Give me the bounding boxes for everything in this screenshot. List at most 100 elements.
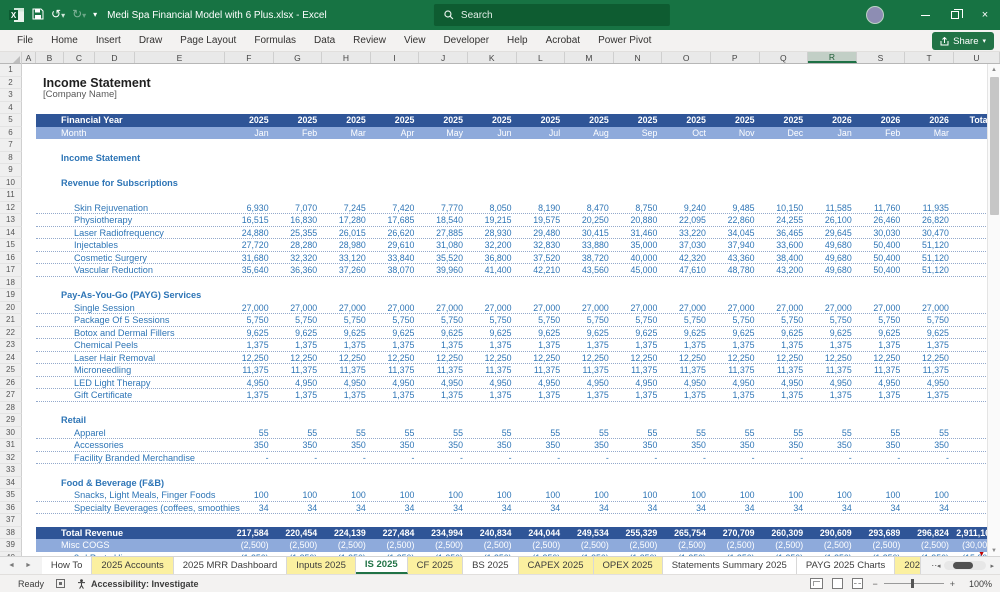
cell[interactable]: - [225,452,274,464]
cell[interactable]: 350 [322,439,371,451]
cell[interactable]: 12,250 [565,352,614,364]
cell[interactable]: May [419,127,468,140]
cell[interactable]: 27,885 [419,227,468,239]
cell[interactable]: 12,250 [760,352,809,364]
cell[interactable]: 11,375 [371,364,420,376]
row-label[interactable]: Income Statement [36,152,225,165]
cell[interactable]: 26,460 [857,214,906,226]
cell[interactable]: (2,500) [371,539,420,552]
sheet-tab-statements-summary-2025[interactable]: Statements Summary 2025 [663,557,797,574]
cell[interactable]: 30,415 [565,227,614,239]
cell[interactable]: 270,709 [711,527,760,540]
cell[interactable]: 9,625 [274,327,323,339]
row-header-15[interactable]: 15 [0,239,22,252]
cell[interactable]: 1,375 [517,389,566,401]
scroll-down-icon[interactable]: ▼ [988,545,1000,556]
excel-app-icon[interactable]: X [9,7,25,23]
cell[interactable]: 7,420 [371,202,420,214]
cell[interactable]: 100 [760,489,809,501]
cell[interactable]: 28,280 [274,239,323,251]
cell[interactable]: 2025 [371,114,420,127]
vertical-scroll-thumb[interactable] [990,77,999,215]
cell[interactable]: 34 [322,502,371,514]
cell[interactable]: 11,375 [468,364,517,376]
row-header-31[interactable]: 31 [0,439,22,452]
cell[interactable]: 350 [274,439,323,451]
cell[interactable]: 27,000 [808,302,857,314]
cell[interactable]: 12,250 [905,352,954,364]
cell[interactable]: - [468,452,517,464]
row-label[interactable]: Cosmetic Surgery [36,252,225,264]
cell[interactable]: 5,750 [857,314,906,326]
cell-total[interactable] [225,89,271,102]
cell[interactable]: Feb [857,127,906,140]
cell[interactable]: 16,515 [225,214,274,226]
cell[interactable]: 9,625 [517,327,566,339]
cell[interactable]: 4,950 [565,377,614,389]
row-header-18[interactable]: 18 [0,277,22,290]
col-header-G[interactable]: G [274,52,323,63]
cell[interactable]: 20,250 [565,214,614,226]
cell[interactable]: 350 [517,439,566,451]
cell[interactable]: 10,150 [760,202,809,214]
cell[interactable]: 49,680 [808,239,857,251]
cell[interactable]: 1,375 [760,389,809,401]
cell[interactable]: 22,860 [711,214,760,226]
zoom-out-icon[interactable]: − [872,579,877,589]
cell[interactable]: 1,375 [322,389,371,401]
cell[interactable]: 51,120 [905,239,954,251]
cell[interactable]: 2025 [517,114,566,127]
cell[interactable]: 100 [322,489,371,501]
row-label[interactable]: Misc COGS [36,539,225,552]
cell[interactable]: 11,375 [905,364,954,376]
col-header-C[interactable]: C [64,52,95,63]
cell[interactable]: 34,045 [711,227,760,239]
cell[interactable]: 1,375 [371,389,420,401]
row-label[interactable]: Injectables [36,239,225,251]
row-label[interactable]: LED Light Therapy [36,377,225,389]
vertical-scrollbar[interactable]: ▲ ▼ [987,64,1000,556]
cell[interactable]: 11,375 [662,364,711,376]
cell[interactable]: 4,950 [419,377,468,389]
cell[interactable]: 40,000 [614,252,663,264]
col-header-H[interactable]: H [322,52,371,63]
cell[interactable]: 27,000 [322,302,371,314]
cell[interactable]: 55 [322,427,371,439]
row-label[interactable] [36,164,225,177]
horizontal-scroll-track[interactable] [944,561,986,570]
row-label[interactable]: Microneedling [36,364,225,376]
cell[interactable]: 4,950 [225,377,274,389]
cell[interactable]: 50,400 [857,239,906,251]
cell[interactable]: 18,540 [419,214,468,226]
row-header-32[interactable]: 32 [0,452,22,465]
cell[interactable]: (2,500) [760,539,809,552]
cell[interactable]: 31,080 [419,239,468,251]
row-header-24[interactable]: 24 [0,352,22,365]
cell[interactable]: 9,485 [711,202,760,214]
col-header-U[interactable]: U [954,52,1000,63]
cell[interactable]: 12,250 [468,352,517,364]
cell[interactable]: 224,139 [322,527,371,540]
cell[interactable]: 25,355 [274,227,323,239]
cell[interactable]: - [905,452,954,464]
cell[interactable]: 50,400 [857,264,906,276]
cell-total[interactable] [225,102,271,115]
cell[interactable]: Jan [808,127,857,140]
cell[interactable]: 296,824 [905,527,954,540]
row-label[interactable]: Financial Year [36,114,225,127]
cell[interactable]: 34 [565,502,614,514]
cell[interactable]: 26,100 [808,214,857,226]
row-header-5[interactable]: 5 [0,114,22,127]
cell[interactable]: 38,070 [371,264,420,276]
cell[interactable]: 27,000 [371,302,420,314]
row-label[interactable]: [Company Name] [36,89,225,102]
cell[interactable]: 9,625 [662,327,711,339]
col-header-K[interactable]: K [468,52,517,63]
cell[interactable]: 1,375 [468,389,517,401]
cell[interactable]: 19,215 [468,214,517,226]
cell[interactable]: 2025 [322,114,371,127]
cell[interactable]: (2,500) [905,539,954,552]
cell[interactable]: 34 [419,502,468,514]
zoom-level[interactable]: 100% [964,579,992,589]
cell[interactable]: 9,625 [905,327,954,339]
